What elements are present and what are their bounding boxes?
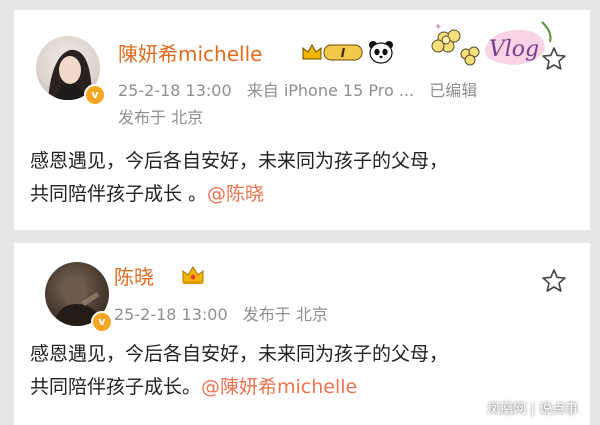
vlog-sticker-text: Vlog (489, 37, 539, 62)
location: 发布于 北京 (242, 305, 328, 324)
weibo-post-1: v 陳妍希michelle I Vlog ✦ 25-2-18 13:00 来自 … (14, 10, 590, 230)
panda-icon (369, 41, 393, 64)
edited-label[interactable]: 已编辑 (429, 81, 477, 100)
location: 发布于 北京 (118, 108, 204, 127)
favorite-star-icon[interactable] (541, 46, 567, 72)
post-source: 来自 iPhone 15 Pro ... (246, 81, 415, 100)
crown-level-badge-icon[interactable]: I (300, 40, 366, 64)
verified-icon: v (84, 84, 106, 106)
level-badge-text: I (341, 46, 346, 60)
favorite-star-icon[interactable] (541, 268, 567, 294)
flower-sticker-icon: Vlog ✦ (431, 21, 552, 66)
username[interactable]: 陳妍希michelle (118, 38, 262, 67)
timestamp: 25-2-18 13:00 (118, 81, 232, 100)
content-line: 感恩遇见，今后各自安好，未来同为孩子的父母， (30, 343, 449, 365)
mention-link[interactable]: @陳妍希michelle (201, 376, 357, 398)
mention-link[interactable]: @陈晓 (207, 183, 264, 205)
post-content: 感恩遇见，今后各自安好，未来同为孩子的父母， 共同陪伴孩子成长。@陳妍希mich… (30, 338, 448, 404)
content-text: 共同陪伴孩子成长。 (30, 376, 202, 398)
verified-icon: v (91, 311, 113, 333)
username[interactable]: 陈晓 (114, 261, 154, 290)
content-line-2: 共同陪伴孩子成长。@陳妍希michelle (30, 371, 448, 404)
post-meta: 25-2-18 13:00 发布于 北京 (114, 301, 338, 325)
timestamp: 25-2-18 13:00 (114, 305, 228, 324)
crown-icon (182, 266, 204, 284)
content-line: 感恩遇见，今后各自安好，未来同为孩子的父母， (30, 150, 449, 172)
post-meta: 25-2-18 13:00 来自 iPhone 15 Pro ... 已编辑 (118, 77, 487, 101)
post-content: 感恩遇见，今后各自安好，未来同为孩子的父母， 共同陪伴孩子成长 。@陈晓 (30, 145, 448, 211)
weibo-post-2: v 陈晓 25-2-18 13:00 发布于 北京 感恩遇见，今后各自安好，未来… (14, 243, 590, 425)
content-line-2: 共同陪伴孩子成长 。@陈晓 (30, 178, 448, 211)
content-text: 共同陪伴孩子成长 。 (30, 183, 208, 205)
watermark: 凤凰网 | 说点事 (487, 402, 578, 417)
svg-text:✦: ✦ (434, 22, 442, 33)
